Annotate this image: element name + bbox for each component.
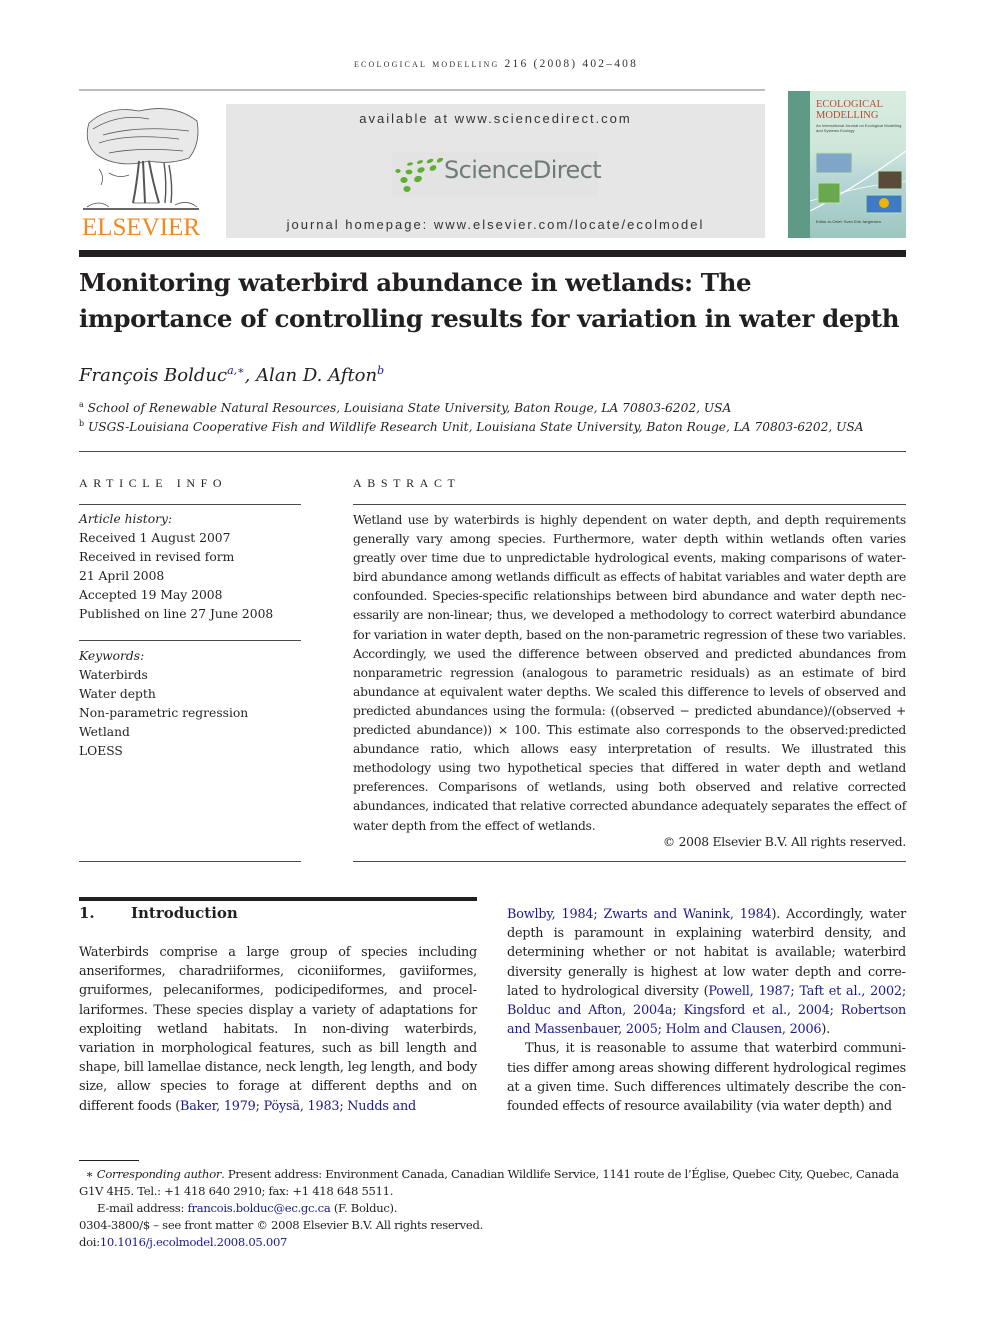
article-history-label: Article history: [79,512,173,526]
paragraph: Bowlby, 1984; Zwarts and Wanink, 1984). … [507,907,907,1038]
keyword: Wetland [79,725,130,739]
cover-subtitle: An International Journal on Ecological M… [816,123,902,133]
keyword: LOESS [79,744,123,758]
divider [79,504,301,505]
cover-spine [788,91,810,238]
article-history: Article history: Received 1 August 2007 … [79,510,301,624]
elsevier-logo[interactable]: ELSEVIER [79,103,203,241]
divider [353,861,906,862]
section-title: Introduction [131,904,238,922]
front-matter-note: 0304-3800/$ – see front matter © 2008 El… [79,1218,483,1232]
email-link[interactable]: francois.bolduc@ec.gc.ca [187,1201,330,1215]
affiliation-b: b USGS-Louisiana Cooperative Fish and Wi… [79,419,864,435]
sciencedirect-dots-icon [395,158,444,192]
sciencedirect-banner: available at www.sciencedirect.com Scien… [226,104,765,238]
footnote-rule [79,1160,139,1161]
header-divider [79,89,765,91]
article-info-heading: ARTICLE INFO [79,476,228,490]
body-column-right: Bowlby, 1984; Zwarts and Wanink, 1984). … [507,905,906,1116]
masthead-rule [79,250,906,257]
sciencedirect-availability[interactable]: available at www.sciencedirect.com [226,111,765,126]
corresponding-author-note: ∗ Corresponding author. Present address:… [79,1167,899,1198]
author-affiliation-marker[interactable]: b [377,364,384,377]
keywords-label: Keywords: [79,649,145,663]
abstract-copyright: © 2008 Elsevier B.V. All rights reserved… [662,835,906,849]
history-item: Received 1 August 2007 [79,531,231,545]
email-note: E-mail address: francois.bolduc@ec.gc.ca… [97,1201,398,1215]
body-column-left: Waterbirds comprise a large group of spe… [79,945,477,1114]
sciencedirect-logo[interactable]: ScienceDirect [392,152,602,196]
author-affiliation-marker[interactable]: a,∗ [227,364,245,377]
paragraph: Thus, it is reasonable to assume that wa… [507,1041,906,1115]
keyword: Waterbirds [79,668,148,682]
running-head: ECOLOGICAL MODELLING 216 (2008) 402–408 [353,58,639,70]
elsevier-tree-icon [83,108,199,210]
cover-title: ECOLOGICAL MODELLING [816,99,884,121]
history-item: 21 April 2008 [79,569,165,583]
divider [79,451,906,452]
section-rule [79,897,477,901]
citation-link[interactable]: Bowlby, 1984; Zwarts and Wanink, 1984 [507,907,772,922]
doi-note: doi:10.1016/j.ecolmodel.2008.05.007 [79,1235,288,1249]
abstract-text: Wetland use by waterbirds is highly depe… [353,513,906,833]
doi-link[interactable]: 10.1016/j.ecolmodel.2008.05.007 [100,1235,288,1249]
citation-link[interactable]: Baker, 1979; Pöysä, 1983; Nudds and [180,1099,416,1114]
section-heading-introduction: 1. Introduction [79,904,238,922]
article-title: Monitoring waterbird abundance in wetlan… [79,268,900,333]
divider [353,504,906,505]
keyword: Non-parametric regression [79,706,249,720]
cover-photo-collage [810,150,906,214]
cover-editor: Editor-in-Chief: Sven Erik Jørgensen [816,219,881,224]
footnotes: ∗ Corresponding author. Present address:… [79,1166,906,1251]
affiliation-a: a School of Renewable Natural Resources,… [79,400,732,416]
journal-cover-image[interactable]: ECOLOGICAL MODELLING An International Jo… [788,91,906,238]
journal-homepage-link[interactable]: journal homepage: www.elsevier.com/locat… [226,217,765,232]
divider [79,861,301,862]
elsevier-wordmark: ELSEVIER [81,214,201,241]
author-list: François Bolduca,∗, Alan D. Aftonb [79,364,385,386]
history-item: Published on line 27 June 2008 [79,607,274,621]
section-number: 1. [79,904,95,922]
history-item: Accepted 19 May 2008 [79,588,223,602]
divider [79,640,301,641]
abstract-heading: ABSTRACT [353,476,461,490]
author-name[interactable]: Alan D. Afton [256,365,377,386]
keyword: Water depth [79,687,156,701]
keywords: Keywords: Waterbirds Water depth Non-par… [79,647,301,761]
sciencedirect-wordmark: ScienceDirect [444,156,602,184]
history-item: Received in revised form [79,550,235,564]
author-name[interactable]: François Bolduc [79,365,227,386]
